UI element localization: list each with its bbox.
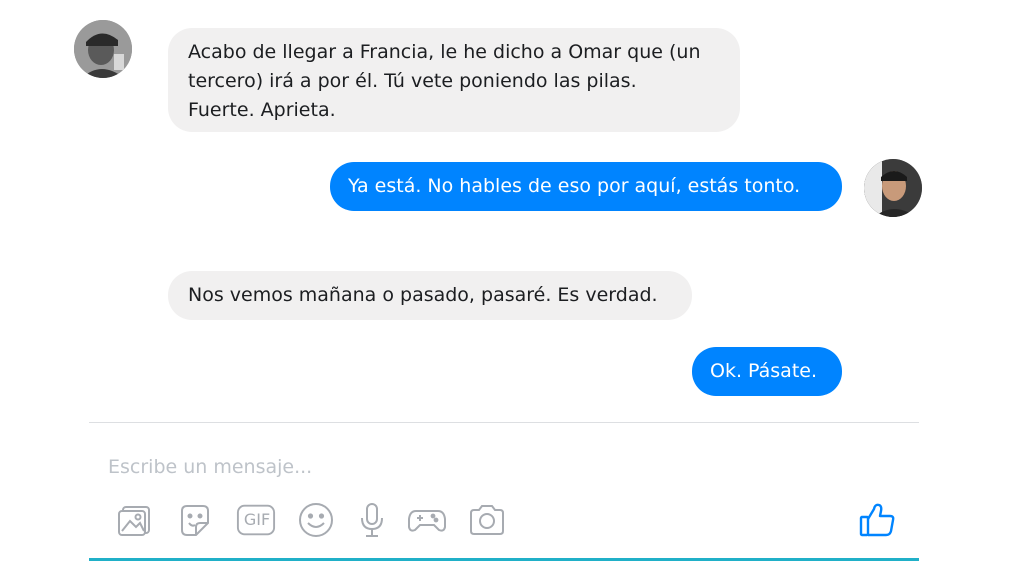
- game-controller-icon[interactable]: [407, 500, 447, 540]
- message-bubble-incoming: Nos vemos mañana o pasado, pasaré. Es ve…: [168, 271, 692, 320]
- emoji-icon[interactable]: [296, 500, 336, 540]
- microphone-icon[interactable]: [352, 500, 392, 540]
- image-icon[interactable]: [115, 500, 155, 540]
- thumbs-up-icon[interactable]: [857, 500, 897, 540]
- composer-accent-line: [89, 558, 919, 561]
- message-input-placeholder: Escribe un mensaje...: [108, 456, 313, 478]
- gif-icon[interactable]: GIF: [236, 500, 276, 540]
- contact-avatar[interactable]: [74, 20, 132, 78]
- message-text: Ok. Pásate.: [710, 360, 818, 382]
- user-avatar[interactable]: [864, 159, 922, 217]
- message-bubble-outgoing: Ya está. No hables de eso por aquí, está…: [330, 162, 842, 211]
- camera-icon[interactable]: [467, 500, 507, 540]
- message-input[interactable]: Escribe un mensaje...: [108, 452, 808, 482]
- message-text: Ya está. No hables de eso por aquí, está…: [348, 175, 801, 197]
- message-text: Nos vemos mañana o pasado, pasaré. Es ve…: [188, 284, 658, 306]
- message-text: Acabo de llegar a Francia, le he dicho a…: [188, 41, 701, 121]
- sticker-icon[interactable]: [175, 500, 215, 540]
- composer-divider: [89, 422, 919, 423]
- message-bubble-incoming: Acabo de llegar a Francia, le he dicho a…: [168, 28, 740, 132]
- gif-label: GIF: [243, 510, 271, 529]
- message-bubble-outgoing: Ok. Pásate.: [692, 347, 842, 396]
